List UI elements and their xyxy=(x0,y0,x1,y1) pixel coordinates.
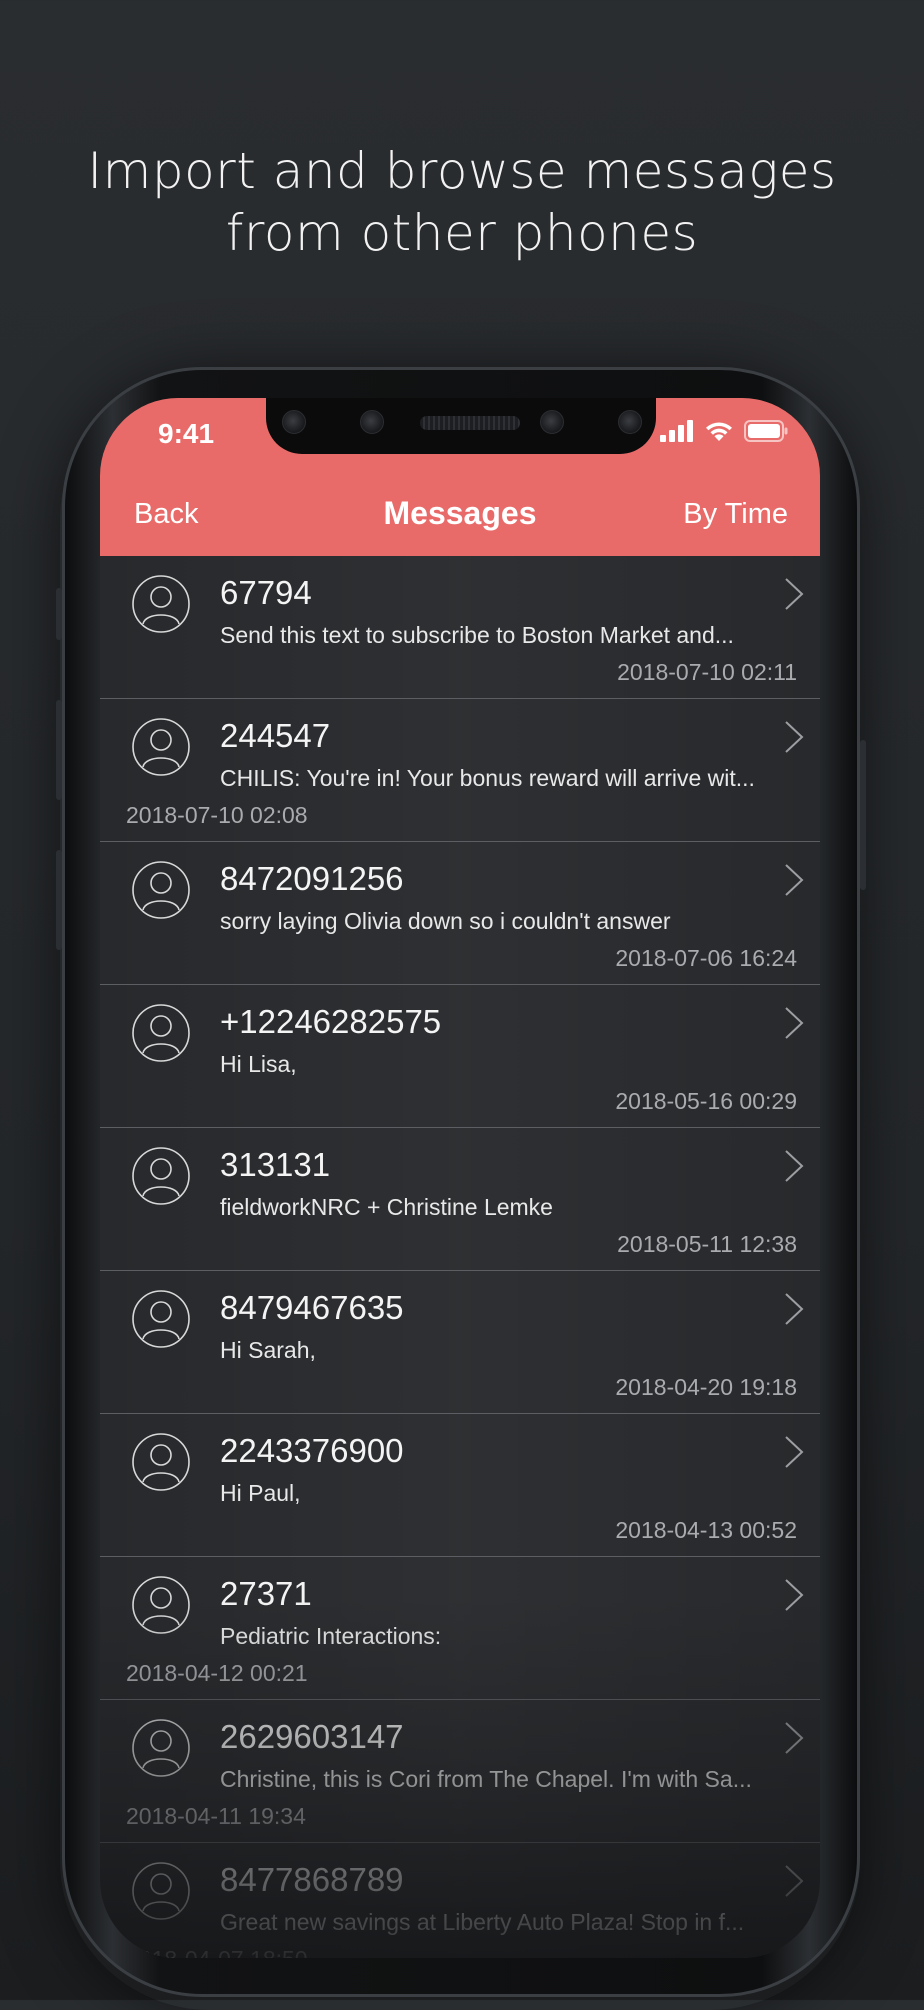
message-preview: Christine, this is Cori from The Chapel.… xyxy=(220,1766,752,1792)
message-date: 2018-04-13 00:52 xyxy=(615,1517,797,1543)
header-bar: 9:41 Back Messages By Time xyxy=(100,398,820,556)
dot-projector-icon xyxy=(618,410,642,434)
chevron-right-icon xyxy=(785,1865,804,1897)
chevron-right-icon xyxy=(785,1150,804,1182)
chevron-right-icon xyxy=(785,721,804,753)
status-icons xyxy=(660,420,788,442)
message-preview: Hi Paul, xyxy=(220,1480,301,1506)
message-preview: Hi Lisa, xyxy=(220,1051,297,1077)
message-sender: 67794 xyxy=(220,574,312,611)
mute-switch xyxy=(56,588,62,640)
notch xyxy=(266,398,656,454)
message-row[interactable]: 2629603147 Christine, this is Cori from … xyxy=(100,1700,820,1843)
message-row[interactable]: 27371 Pediatric Interactions: 2018-04-12… xyxy=(100,1557,820,1700)
message-sender: +12246282575 xyxy=(220,1003,442,1040)
volume-down-button xyxy=(56,850,62,950)
chevron-right-icon xyxy=(785,1722,804,1754)
contact-avatar-icon xyxy=(132,575,190,633)
message-date: 2018-04-07 18:50 xyxy=(126,1946,308,1958)
chevron-right-icon xyxy=(785,1579,804,1611)
contact-avatar-icon xyxy=(132,861,190,919)
chevron-right-icon xyxy=(785,1293,804,1325)
message-row[interactable]: 244547 CHILIS: You're in! Your bonus rew… xyxy=(100,699,820,842)
message-row[interactable]: 2243376900 Hi Paul, 2018-04-13 00:52 xyxy=(100,1414,820,1557)
message-sender: 2629603147 xyxy=(220,1718,404,1755)
message-date: 2018-04-20 19:18 xyxy=(615,1374,797,1400)
message-date: 2018-07-10 02:08 xyxy=(126,802,308,828)
contact-avatar-icon xyxy=(132,718,190,776)
proximity-sensor-icon xyxy=(540,410,564,434)
chevron-right-icon xyxy=(785,578,804,610)
message-preview: Send this text to subscribe to Boston Ma… xyxy=(220,622,734,648)
headline-line-2: from other phones xyxy=(225,204,699,262)
message-sender: 8479467635 xyxy=(220,1289,404,1326)
contact-avatar-icon xyxy=(132,1719,190,1777)
sort-by-time-button[interactable]: By Time xyxy=(683,498,788,531)
message-row[interactable]: 8479467635 Hi Sarah, 2018-04-20 19:18 xyxy=(100,1271,820,1414)
contact-avatar-icon xyxy=(132,1862,190,1920)
message-sender: 8477868789 xyxy=(220,1861,404,1898)
message-sender: 2243376900 xyxy=(220,1432,404,1469)
message-date: 2018-05-11 12:38 xyxy=(617,1231,797,1257)
message-row[interactable]: 313131 fieldworkNRC + Christine Lemke 20… xyxy=(100,1128,820,1271)
contact-avatar-icon xyxy=(132,1290,190,1348)
contact-avatar-icon xyxy=(132,1576,190,1634)
chevron-right-icon xyxy=(785,864,804,896)
status-time: 9:41 xyxy=(158,418,215,449)
message-sender: 8472091256 xyxy=(220,860,404,897)
contact-avatar-icon xyxy=(132,1004,190,1062)
chevron-right-icon xyxy=(785,1436,804,1468)
earpiece-speaker xyxy=(420,416,520,430)
power-button xyxy=(860,740,866,890)
wifi-icon xyxy=(706,422,732,441)
contact-avatar-icon xyxy=(132,1433,190,1491)
message-preview: Pediatric Interactions: xyxy=(220,1623,442,1649)
message-sender: 313131 xyxy=(220,1146,331,1183)
message-sender: 244547 xyxy=(220,717,331,754)
message-row[interactable]: 67794 Send this text to subscribe to Bos… xyxy=(100,556,820,699)
message-list: 67794 Send this text to subscribe to Bos… xyxy=(100,556,820,1958)
message-date: 2018-07-10 02:11 xyxy=(617,659,797,685)
headline-line-1: Import and browse messages xyxy=(87,142,837,200)
message-preview: sorry laying Olivia down so i couldn't a… xyxy=(220,908,671,934)
message-preview: Great new savings at Liberty Auto Plaza!… xyxy=(220,1909,745,1935)
message-preview: CHILIS: You're in! Your bonus reward wil… xyxy=(220,765,755,791)
message-date: 2018-05-16 00:29 xyxy=(615,1088,797,1114)
front-camera-icon xyxy=(282,410,306,434)
sensor-icon xyxy=(360,410,384,434)
volume-up-button xyxy=(56,700,62,800)
message-row[interactable]: 8472091256 sorry laying Olivia down so i… xyxy=(100,842,820,985)
message-date: 2018-04-11 19:34 xyxy=(126,1803,306,1829)
message-date: 2018-07-06 16:24 xyxy=(615,945,797,971)
contact-avatar-icon xyxy=(132,1147,190,1205)
message-row[interactable]: +12246282575 Hi Lisa, 2018-05-16 00:29 xyxy=(100,985,820,1128)
message-preview: fieldworkNRC + Christine Lemke xyxy=(220,1194,553,1220)
message-preview: Hi Sarah, xyxy=(220,1337,316,1363)
message-row[interactable]: 8477868789 Great new savings at Liberty … xyxy=(100,1843,820,1958)
chevron-right-icon xyxy=(785,1007,804,1039)
message-date: 2018-04-12 00:21 xyxy=(126,1660,308,1686)
cellular-signal-icon xyxy=(660,420,693,442)
battery-icon xyxy=(744,420,788,442)
message-sender: 27371 xyxy=(220,1575,312,1612)
headline: Import and browse messages from other ph… xyxy=(0,140,924,264)
phone-screen: 9:41 Back Messages By Time 67794 Send th… xyxy=(100,398,820,1958)
